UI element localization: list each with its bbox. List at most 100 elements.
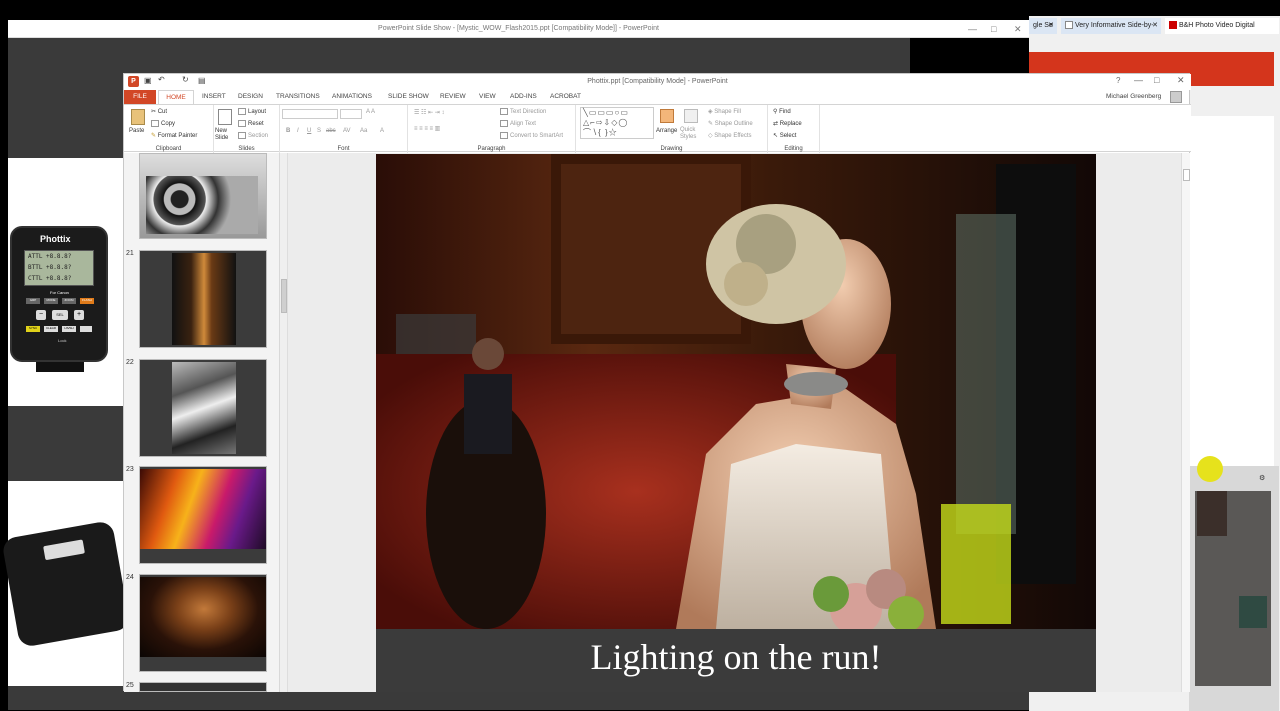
font-size-buttons[interactable]: A A xyxy=(366,109,375,115)
user-name[interactable]: Michael Greenberg xyxy=(1106,90,1161,104)
flash-receiver-panel xyxy=(1,481,131,686)
scrollbar-thumb[interactable] xyxy=(1183,169,1190,181)
quick-styles-icon[interactable] xyxy=(684,109,698,123)
minimize-button[interactable]: — xyxy=(968,20,977,38)
new-slide-icon[interactable] xyxy=(218,109,232,125)
tab-animations[interactable]: ANIMATIONS xyxy=(332,90,372,104)
strikethrough-button[interactable]: abc xyxy=(326,128,336,134)
format-painter-button[interactable]: ✎ Format Painter xyxy=(151,132,197,139)
arrange-button[interactable]: Arrange xyxy=(656,128,677,134)
video-thumbnail[interactable] xyxy=(1195,491,1271,686)
browser-tab[interactable]: Very Informative Side-by- ✕ xyxy=(1061,18,1161,34)
tab-home[interactable]: HOME xyxy=(158,90,194,104)
tab-add-ins[interactable]: ADD-INS xyxy=(510,90,537,104)
shapes-gallery[interactable]: ╲▭▭▭○▭ △⌐⇨⇩◇◯ ⌒∖{ }☆ xyxy=(580,107,654,139)
background-window-titlebar: PowerPoint Slide Show - [Mystic_WOW_Flas… xyxy=(8,20,1029,38)
bullets-button[interactable]: ☰ ☷ ⇤ ⇥ ↕ xyxy=(414,109,444,116)
slide-thumbnail[interactable] xyxy=(139,574,267,672)
convert-smartart-button[interactable]: Convert to SmartArt xyxy=(500,132,563,139)
slide-thumbnail[interactable] xyxy=(139,682,267,692)
slides-group: New Slide Layout Reset Section Slides xyxy=(214,105,280,153)
current-slide[interactable]: Lighting on the run! xyxy=(376,154,1096,692)
gear-icon[interactable]: ⚙ xyxy=(1259,474,1265,482)
user-avatar[interactable] xyxy=(1170,91,1182,103)
alignment-buttons[interactable]: ≡ ≡ ≡ ≡ ▥ xyxy=(414,125,440,132)
shape-fill-button[interactable]: ◈ Shape Fill xyxy=(708,108,741,115)
maximize-button[interactable]: □ xyxy=(991,20,996,38)
browser-tab[interactable]: gle Se ✕ xyxy=(1029,18,1057,34)
thumbnail-image xyxy=(140,577,266,657)
vertical-scrollbar[interactable] xyxy=(1181,153,1190,692)
underline-button[interactable]: U xyxy=(307,128,311,134)
help-button[interactable]: ? xyxy=(1116,76,1120,85)
tab-transitions[interactable]: TRANSITIONS xyxy=(276,90,320,104)
close-button[interactable]: ✕ xyxy=(1014,20,1022,38)
slide-number: 23 xyxy=(126,466,134,473)
replace-label: Replace xyxy=(779,121,802,127)
cut-label: Cut xyxy=(157,109,168,115)
copy-button[interactable]: Copy xyxy=(151,120,175,127)
quick-styles-button[interactable]: Quick Styles xyxy=(680,127,704,141)
shadow-button[interactable]: S xyxy=(317,128,321,134)
close-button[interactable]: ✕ xyxy=(1177,75,1185,86)
device-button: FLASH xyxy=(80,298,94,304)
group-label: Font xyxy=(337,146,350,152)
maximize-button[interactable]: □ xyxy=(1154,75,1159,85)
reset-button[interactable]: Reset xyxy=(238,120,264,127)
tab-file[interactable]: FILE xyxy=(124,90,156,104)
replace-button[interactable]: ⇄ Replace xyxy=(773,120,802,127)
font-color-button[interactable]: A xyxy=(380,128,384,134)
change-case-button[interactable]: Aa xyxy=(360,128,367,134)
slide-thumbnail[interactable] xyxy=(139,250,267,348)
text-direction-label: Text Direction xyxy=(510,109,547,116)
cursor-highlight-icon xyxy=(1197,456,1223,482)
font-size-select[interactable] xyxy=(340,109,362,119)
tab-insert[interactable]: INSERT xyxy=(202,90,226,104)
tab-close-icon[interactable]: ✕ xyxy=(1152,18,1158,34)
tab-label: B&H Photo Video Digital xyxy=(1178,22,1255,29)
spacing-button[interactable]: AV xyxy=(343,128,351,134)
video-detail xyxy=(1239,596,1267,628)
tab-acrobat[interactable]: ACROBAT xyxy=(550,90,581,104)
thumbnail-scrollbar[interactable] xyxy=(280,153,288,692)
paste-button[interactable]: Paste xyxy=(129,128,144,134)
shape-outline-button[interactable]: ✎ Shape Outline xyxy=(708,120,753,127)
tab-design[interactable]: DESIGN xyxy=(238,90,263,104)
font-group: A A B I U S abc AV Aa A Font xyxy=(280,105,408,153)
text-direction-button[interactable]: Text Direction xyxy=(500,108,546,115)
slide-thumbnail[interactable] xyxy=(139,466,267,564)
layout-button[interactable]: Layout xyxy=(238,108,266,115)
minimize-button[interactable]: — xyxy=(1134,75,1143,85)
shape-effects-button[interactable]: ◇ Shape Effects xyxy=(708,132,752,139)
select-button[interactable]: ↖ Select xyxy=(773,132,796,139)
cut-button[interactable]: ✂ Cut xyxy=(151,108,167,115)
find-button[interactable]: ⚲ Find xyxy=(773,108,791,115)
slide-number: 25 xyxy=(126,682,134,689)
slide-thumbnail[interactable] xyxy=(139,359,267,457)
paragraph-group: ☰ ☷ ⇤ ⇥ ↕ ≡ ≡ ≡ ≡ ▥ Text Direction Align… xyxy=(408,105,576,153)
shape-outline-label: Shape Outline xyxy=(714,121,753,127)
slide-number: 22 xyxy=(126,359,134,366)
tab-view[interactable]: VIEW xyxy=(479,90,496,104)
favicon-icon xyxy=(1169,21,1177,30)
tab-slide-show[interactable]: SLIDE SHOW xyxy=(388,90,429,104)
scrollbar-thumb[interactable] xyxy=(281,279,287,313)
browser-tab-active[interactable]: B&H Photo Video Digital xyxy=(1165,18,1279,34)
flash-trigger-device: Phottix ATTL +8.8.8? BTTL +8.8.8? CTTL +… xyxy=(10,226,108,362)
slide-thumbnail[interactable] xyxy=(139,153,267,239)
align-text-icon xyxy=(500,120,508,127)
font-name-select[interactable] xyxy=(282,109,338,119)
section-button[interactable]: Section xyxy=(238,132,268,139)
arrange-icon[interactable] xyxy=(660,109,674,123)
slide-thumbnail-pane[interactable]: 21 22 23 24 25 xyxy=(124,153,280,692)
tab-close-icon[interactable]: ✕ xyxy=(1048,18,1054,34)
bold-button[interactable]: B xyxy=(286,128,290,134)
convert-smartart-label: Convert to SmartArt xyxy=(510,133,564,140)
slide-caption[interactable]: Lighting on the run! xyxy=(376,629,1096,692)
paste-icon[interactable] xyxy=(131,109,145,125)
tab-review[interactable]: REVIEW xyxy=(440,90,466,104)
new-slide-button[interactable]: New Slide xyxy=(215,128,237,142)
italic-button[interactable]: I xyxy=(297,128,299,134)
group-label: Paragraph xyxy=(477,146,506,152)
align-text-button[interactable]: Align Text xyxy=(500,120,536,127)
